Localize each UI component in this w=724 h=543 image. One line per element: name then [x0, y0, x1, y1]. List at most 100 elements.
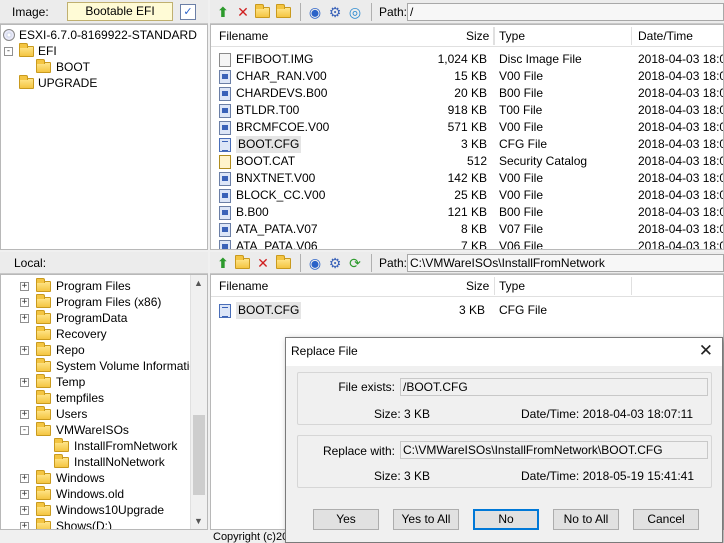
no-to-all-button[interactable]: No to All: [553, 509, 619, 530]
replace-file-dialog: Replace File ✕ File exists: /BOOT.CFG Si…: [285, 337, 723, 543]
refresh-icon[interactable]: ⟳: [347, 255, 363, 271]
expand-icon[interactable]: +: [20, 506, 29, 515]
column-size[interactable]: Size: [466, 29, 489, 43]
column-filename[interactable]: Filename: [219, 29, 268, 43]
table-row[interactable]: CHARDEVS.B00 20 KB B00 File 2018-04-03 18:0…: [211, 85, 723, 102]
file-datetime: 2018-04-03 18:07: [638, 120, 724, 134]
column-size[interactable]: Size: [466, 279, 489, 293]
no-button[interactable]: No: [473, 509, 539, 530]
scroll-thumb[interactable]: [193, 415, 205, 495]
gear-icon[interactable]: ⚙: [327, 255, 343, 271]
file-type: T00 File: [499, 103, 543, 117]
tree-item-label: Program Files (x86): [56, 295, 162, 309]
column-divider[interactable]: [494, 27, 495, 45]
table-row[interactable]: CHAR_RAN.V00 15 KB V00 File 2018-04-03 18:0…: [211, 68, 723, 85]
file-size: 7 KB: [460, 239, 487, 250]
file-size: 3 KB: [460, 137, 487, 151]
column-type[interactable]: Type: [499, 279, 525, 293]
yes-to-all-button[interactable]: Yes to All: [393, 509, 459, 530]
file-type: V07 File: [499, 222, 544, 236]
column-filename[interactable]: Filename: [219, 279, 268, 293]
image-properties-icon[interactable]: ✓: [180, 4, 196, 20]
image-file-list[interactable]: Filename Size Type Date/Time EFIBOOT.IMG…: [210, 24, 724, 250]
file-name: BNXTNET.V00: [236, 171, 316, 185]
file-size: 571 KB: [447, 120, 487, 134]
expand-icon[interactable]: +: [20, 298, 29, 307]
file-type: Disc Image File: [499, 52, 582, 66]
expand-icon[interactable]: +: [20, 522, 29, 529]
new-folder-icon[interactable]: [255, 4, 271, 20]
file-size: 3 KB: [458, 303, 485, 317]
local-path-field[interactable]: C:\VMWareISOs\InstallFromNetwork: [407, 254, 724, 272]
yes-button[interactable]: Yes: [313, 509, 379, 530]
cancel-button[interactable]: Cancel: [633, 509, 699, 530]
path-label: Path:: [379, 256, 408, 270]
table-row[interactable]: EFIBOOT.IMG 1,024 KB Disc Image File 2018-0…: [211, 51, 723, 68]
gear-icon[interactable]: ⚙: [327, 4, 343, 20]
tree-item-label: Repo: [56, 343, 85, 357]
table-row[interactable]: B.B00 121 KB B00 File 2018-04-03 18:07: [211, 204, 723, 221]
disc-image-icon: [219, 53, 231, 67]
expand-icon[interactable]: +: [20, 410, 29, 419]
image-bar: Image: Bootable EFI ✓: [0, 0, 208, 24]
settings-icon[interactable]: ◎: [347, 4, 363, 20]
rename-icon[interactable]: [276, 4, 292, 20]
expand-icon[interactable]: +: [20, 346, 29, 355]
up-arrow-icon[interactable]: ⬆: [215, 4, 231, 20]
local-bar: Local:: [0, 252, 208, 274]
existing-size: Size: 3 KB: [374, 407, 431, 421]
scroll-down-icon[interactable]: ▼: [194, 516, 203, 526]
up-arrow-icon[interactable]: ⬆: [215, 255, 231, 271]
collapse-icon[interactable]: -: [4, 47, 13, 56]
table-row[interactable]: ATA_PATA.V07 8 KB V07 File 2018-04-03 18:07: [211, 221, 723, 238]
table-row[interactable]: BTLDR.T00 918 KB T00 File 2018-04-03 18:07: [211, 102, 723, 119]
table-row[interactable]: BOOT.CAT 512 Security Catalog 2018-04-03 18…: [211, 153, 723, 170]
scroll-up-icon[interactable]: ▲: [194, 278, 203, 288]
expand-icon[interactable]: +: [20, 474, 29, 483]
column-divider[interactable]: [631, 27, 632, 45]
rename-icon[interactable]: [276, 255, 292, 271]
collapse-icon[interactable]: -: [20, 426, 29, 435]
expand-icon[interactable]: +: [20, 378, 29, 387]
delete-icon[interactable]: ✕: [235, 4, 251, 20]
column-type[interactable]: Type: [499, 29, 525, 43]
properties-icon[interactable]: ◉: [307, 255, 323, 271]
table-row[interactable]: BNXTNET.V00 142 KB V00 File 2018-04-03 18:0…: [211, 170, 723, 187]
new-folder-icon[interactable]: [235, 255, 251, 271]
file-type: V00 File: [499, 120, 544, 134]
delete-icon[interactable]: ✕: [255, 255, 271, 271]
folder-icon: [36, 278, 51, 292]
expand-icon[interactable]: +: [20, 490, 29, 499]
column-divider[interactable]: [631, 277, 632, 295]
table-row[interactable]: BRCMFCOE.V00 571 KB V00 File 2018-04-03 18:…: [211, 119, 723, 136]
file-datetime: 2018-04-03 18:07: [638, 52, 724, 66]
replacement-datetime: Date/Time: 2018-05-19 15:41:41: [521, 469, 694, 483]
folder-icon: [36, 422, 51, 436]
column-divider[interactable]: [494, 277, 495, 295]
table-row[interactable]: BOOT.CFG 3 KB CFG File: [211, 302, 723, 319]
file-icon: [219, 70, 231, 84]
expand-icon[interactable]: +: [20, 314, 29, 323]
table-row[interactable]: BOOT.CFG 3 KB CFG File 2018-04-03 18:07: [211, 136, 723, 153]
file-icon: [219, 104, 231, 118]
properties-icon[interactable]: ◉: [307, 4, 323, 20]
image-name-field[interactable]: Bootable EFI: [67, 2, 173, 21]
image-path-value: /: [410, 5, 414, 19]
expand-icon[interactable]: +: [20, 282, 29, 291]
table-row[interactable]: BLOCK_CC.V00 25 KB V00 File 2018-04-03 18:0…: [211, 187, 723, 204]
tree-item-label: InstallFromNetwork: [74, 439, 178, 453]
close-icon[interactable]: ✕: [699, 341, 713, 361]
table-row[interactable]: ATA_PATA.V06 7 KB V06 File 2018-04-03 18:07: [211, 238, 723, 250]
file-size: 8 KB: [460, 222, 487, 236]
local-tree[interactable]: + Program Files + Program Files (x86) + Progr…: [0, 274, 208, 530]
image-tree[interactable]: ESXI-6.7.0-8169922-STANDARD - EFI BOOT U…: [0, 24, 208, 250]
column-datetime[interactable]: Date/Time: [638, 29, 693, 43]
file-icon: [219, 223, 231, 237]
local-tree-scrollbar[interactable]: ▲ ▼: [190, 275, 207, 529]
image-name-value: Bootable EFI: [85, 4, 155, 18]
file-datetime: 2018-04-03 18:07: [638, 154, 724, 168]
dialog-titlebar[interactable]: Replace File ✕: [286, 338, 722, 366]
file-icon: [219, 121, 231, 135]
image-path-field[interactable]: /: [407, 3, 724, 21]
file-name: BRCMFCOE.V00: [236, 120, 330, 134]
